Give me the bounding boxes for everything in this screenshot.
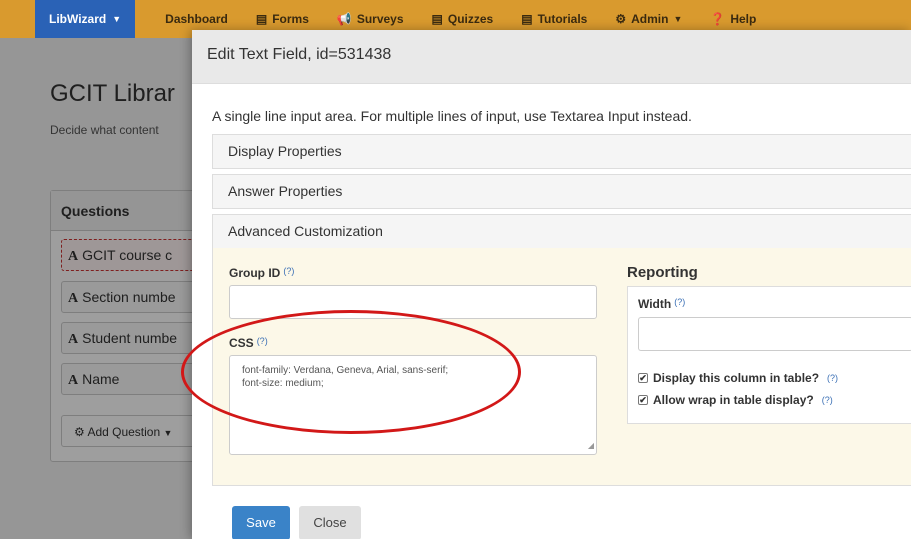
reporting-title: Reporting (627, 264, 698, 281)
group-id-input[interactable] (229, 285, 597, 319)
help-link[interactable]: (?) (283, 266, 294, 276)
list-icon: ▤ (255, 12, 268, 26)
section-advanced-customization[interactable]: Advanced Customization (212, 214, 911, 249)
gear-icon: ⚙ (615, 12, 627, 26)
resize-handle-icon[interactable]: ◢ (588, 439, 594, 452)
modal-description: A single line input area. For multiple l… (212, 108, 692, 124)
nav-admin[interactable]: ⚙ Admin ▼ (615, 12, 682, 26)
nav-quizzes[interactable]: ▤ Quizzes (432, 12, 494, 26)
caret-down-icon: ▼ (673, 14, 683, 24)
section-display-properties[interactable]: Display Properties (212, 134, 911, 169)
close-button[interactable]: Close (299, 506, 361, 539)
caret-down-icon: ▼ (112, 14, 122, 24)
help-link[interactable]: (?) (822, 395, 833, 405)
section-answer-properties[interactable]: Answer Properties (212, 174, 911, 209)
brand-menu[interactable]: LibWizard ▼ (35, 0, 136, 38)
help-link[interactable]: (?) (674, 297, 685, 307)
save-button[interactable]: Save (232, 506, 290, 539)
question-icon: ❓ (710, 12, 726, 26)
width-input[interactable] (638, 317, 911, 351)
advanced-customization-body: Group ID (?) CSS (?) font-family: Verdana,… (212, 248, 911, 486)
list-icon: ▤ (521, 12, 533, 26)
width-label: Width (?) (638, 297, 686, 311)
nav-surveys[interactable]: 📢 Surveys (337, 12, 404, 26)
nav-dashboard[interactable]: Dashboard (165, 12, 228, 26)
css-label: CSS (?) (229, 336, 268, 350)
checkbox-checked-icon[interactable]: ✔ (638, 373, 648, 383)
help-link[interactable]: (?) (827, 373, 838, 383)
display-column-checkbox-row[interactable]: ✔ Display this column in table? (?) (638, 371, 838, 385)
allow-wrap-checkbox-row[interactable]: ✔ Allow wrap in table display? (?) (638, 393, 833, 407)
css-textarea[interactable]: font-family: Verdana, Geneva, Arial, san… (229, 355, 597, 455)
edit-field-modal: Edit Text Field, id=531438 A single line… (181, 30, 911, 539)
reporting-box: Width (?) ✔ Display this column in table?… (627, 286, 911, 424)
checkbox-checked-icon[interactable]: ✔ (638, 395, 648, 405)
nav-tutorials[interactable]: ▤ Tutorials (521, 12, 587, 26)
megaphone-icon: 📢 (336, 12, 352, 26)
modal-title: Edit Text Field, id=531438 (192, 30, 911, 84)
group-id-label: Group ID (?) (229, 266, 295, 280)
help-link[interactable]: (?) (257, 336, 268, 346)
list-icon: ▤ (431, 12, 443, 26)
nav-help[interactable]: ❓ Help (710, 12, 756, 26)
nav-forms[interactable]: ▤ Forms (256, 12, 309, 26)
